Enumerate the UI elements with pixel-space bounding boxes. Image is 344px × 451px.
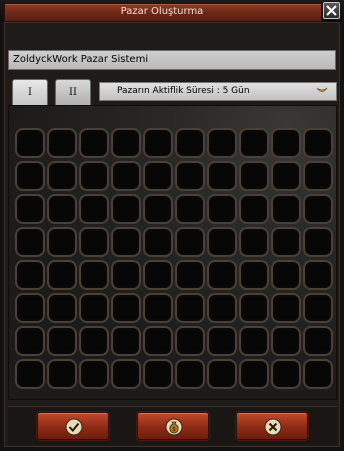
inventory-slot[interactable] <box>175 260 205 290</box>
inventory-slot[interactable] <box>15 128 45 158</box>
inventory-slot[interactable] <box>303 326 333 356</box>
inventory-slot[interactable] <box>239 293 269 323</box>
inventory-slot[interactable] <box>79 194 109 224</box>
inventory-slot[interactable] <box>79 359 109 389</box>
confirm-button[interactable] <box>37 412 109 440</box>
inventory-slot[interactable] <box>271 293 301 323</box>
shop-name-text: ZoldyckWork Pazar Sistemi <box>13 54 149 65</box>
inventory-slot[interactable] <box>175 128 205 158</box>
inventory-slot[interactable] <box>79 293 109 323</box>
cancel-icon <box>264 418 282 436</box>
inventory-slot[interactable] <box>271 194 301 224</box>
inventory-slot[interactable] <box>47 293 77 323</box>
inventory-slot[interactable] <box>15 161 45 191</box>
inventory-slot[interactable] <box>15 194 45 224</box>
svg-text:$: $ <box>172 426 176 433</box>
inventory-slot[interactable] <box>143 227 173 257</box>
inventory-slot[interactable] <box>303 293 333 323</box>
inventory-slot[interactable] <box>111 194 141 224</box>
inventory-slot[interactable] <box>207 260 237 290</box>
inventory-slot[interactable] <box>207 293 237 323</box>
inventory-slot[interactable] <box>47 260 77 290</box>
market-create-window: Pazar Oluşturma ZoldyckWork Pazar Sistem… <box>0 0 344 451</box>
cancel-button[interactable] <box>236 412 308 440</box>
inventory-slot[interactable] <box>111 359 141 389</box>
inventory-slot[interactable] <box>111 128 141 158</box>
tab-page-1[interactable]: I <box>12 79 48 105</box>
window-title: Pazar Oluşturma <box>120 6 204 17</box>
inventory-slot[interactable] <box>303 194 333 224</box>
inventory-slot[interactable] <box>303 260 333 290</box>
inventory-slot[interactable] <box>207 326 237 356</box>
money-bag-icon: $ <box>165 418 183 436</box>
inventory-slot[interactable] <box>239 194 269 224</box>
inventory-slot[interactable] <box>47 227 77 257</box>
inventory-slot[interactable] <box>207 359 237 389</box>
inventory-slot[interactable] <box>15 260 45 290</box>
inventory-slot[interactable] <box>239 128 269 158</box>
inventory-slot[interactable] <box>175 359 205 389</box>
inventory-slot[interactable] <box>271 326 301 356</box>
inventory-slot[interactable] <box>15 326 45 356</box>
inventory-slot[interactable] <box>15 227 45 257</box>
inventory-slot[interactable] <box>303 227 333 257</box>
inventory-slot[interactable] <box>207 161 237 191</box>
inventory-slot[interactable] <box>79 326 109 356</box>
inventory-slot[interactable] <box>15 359 45 389</box>
item-grid <box>8 105 337 400</box>
inventory-slot[interactable] <box>207 227 237 257</box>
inventory-slot[interactable] <box>303 128 333 158</box>
inventory-slot[interactable] <box>79 161 109 191</box>
inventory-slot[interactable] <box>111 293 141 323</box>
inventory-slot[interactable] <box>111 260 141 290</box>
inventory-slot[interactable] <box>175 293 205 323</box>
inventory-slot[interactable] <box>47 128 77 158</box>
chevron-down-icon[interactable] <box>316 86 328 96</box>
inventory-slot[interactable] <box>47 326 77 356</box>
inventory-slot[interactable] <box>271 161 301 191</box>
inventory-slot[interactable] <box>143 260 173 290</box>
inventory-slot[interactable] <box>239 161 269 191</box>
inventory-slot[interactable] <box>143 161 173 191</box>
inventory-slot[interactable] <box>143 293 173 323</box>
inventory-slot[interactable] <box>47 194 77 224</box>
duration-selected: Pazarın Aktiflik Süresi : 5 Gün <box>117 86 250 96</box>
inventory-slot[interactable] <box>79 260 109 290</box>
inventory-slot[interactable] <box>271 359 301 389</box>
inventory-slot[interactable] <box>207 194 237 224</box>
close-icon <box>326 5 337 16</box>
inventory-slot[interactable] <box>47 161 77 191</box>
inventory-slot[interactable] <box>175 326 205 356</box>
inventory-slot[interactable] <box>111 326 141 356</box>
inventory-slot[interactable] <box>175 194 205 224</box>
inventory-slot[interactable] <box>143 194 173 224</box>
inventory-slot[interactable] <box>143 128 173 158</box>
tab-page-2[interactable]: II <box>55 79 91 105</box>
inventory-slot[interactable] <box>143 326 173 356</box>
check-icon <box>65 418 83 436</box>
inventory-slot[interactable] <box>143 359 173 389</box>
inventory-slot[interactable] <box>239 359 269 389</box>
inventory-slot[interactable] <box>239 260 269 290</box>
inventory-slot[interactable] <box>207 128 237 158</box>
inventory-slot[interactable] <box>271 227 301 257</box>
price-button[interactable]: $ <box>137 412 209 440</box>
inventory-slot[interactable] <box>239 326 269 356</box>
inventory-slot[interactable] <box>175 227 205 257</box>
inventory-slot[interactable] <box>47 359 77 389</box>
close-button[interactable] <box>323 2 340 19</box>
inventory-slot[interactable] <box>111 227 141 257</box>
inventory-slot[interactable] <box>303 359 333 389</box>
inventory-slot[interactable] <box>303 161 333 191</box>
inventory-slot[interactable] <box>239 227 269 257</box>
inventory-slot[interactable] <box>175 161 205 191</box>
inventory-slot[interactable] <box>79 128 109 158</box>
inventory-slot[interactable] <box>15 293 45 323</box>
inventory-slot[interactable] <box>271 260 301 290</box>
inventory-slot[interactable] <box>271 128 301 158</box>
inventory-slot[interactable] <box>111 161 141 191</box>
inventory-slot[interactable] <box>79 227 109 257</box>
